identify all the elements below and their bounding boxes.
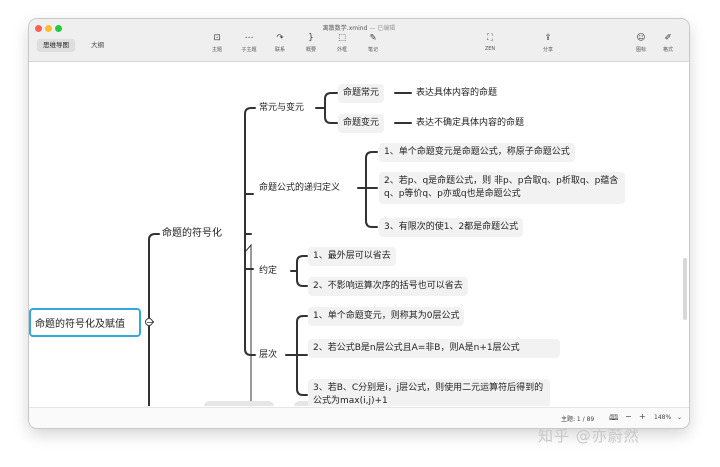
- root-topic[interactable]: 命题的符号化及赋值: [29, 308, 141, 337]
- b1-child-1[interactable]: 命题常元: [338, 84, 385, 103]
- b2-child-1[interactable]: 1、单个命题变元是命题公式，称原子命题公式: [379, 143, 575, 162]
- b2-child-3: [365, 187, 378, 228]
- collapse-toggle-icon[interactable]: −: [145, 318, 153, 327]
- topic-count: 主题: 1 / 89: [561, 416, 595, 423]
- b3-child-2: [296, 270, 308, 287]
- subtopic-button[interactable]: ⋯ 子主题: [235, 33, 263, 53]
- zoom-in-button[interactable]: +: [639, 412, 646, 421]
- zoom-menu-chevron-icon[interactable]: ⌄: [677, 414, 682, 421]
- b2-child-2[interactable]: 2、若p、q是命题公式，则 非p、p合取q、p析取q、p蕴含q、p等价q、p亦或…: [379, 172, 625, 204]
- app-window: 离散数学.xmind — 已编辑 思维导图 大纲 ⊡ 主题 ⋯ 子主题 ↷ 联系…: [29, 19, 689, 428]
- window-title: 离散数学.xmind — 已编辑: [29, 23, 689, 32]
- b1-child-2: [324, 107, 338, 124]
- note-label: 笔记: [367, 47, 378, 53]
- b1-child-1-note[interactable]: 表达具体内容的命题: [411, 84, 502, 103]
- share-label: 分享: [542, 47, 553, 53]
- b3-child-2[interactable]: 2、不影响运算次序的括号也可以省去: [308, 277, 468, 296]
- summary-label: 概要: [305, 47, 316, 53]
- b2-child-1: [357, 151, 378, 189]
- relationship-icon: ↷: [276, 33, 284, 43]
- b4-child-3: [296, 354, 308, 396]
- watermark: 知乎 @亦蔚然: [538, 427, 640, 445]
- b4-child-3[interactable]: 3、若B、C分别是i，j层公式，则使用二元运算符后得到的公式为max(i,j)+…: [308, 379, 550, 406]
- sticker-button[interactable]: ☺ 图标: [627, 33, 655, 53]
- zoom-level[interactable]: 148%: [654, 414, 671, 421]
- main-branch-b2: [244, 193, 254, 235]
- b4-child-2[interactable]: 2、若公式B是n层公式且A=非B，则A是n+1层公式: [308, 339, 560, 358]
- tab-mind-map[interactable]: 思维导图: [37, 39, 75, 52]
- zoom-out-button[interactable]: −: [625, 412, 632, 421]
- format-label: 格式: [662, 47, 673, 53]
- note-icon: ✎: [369, 33, 377, 43]
- main-branch-b1: [244, 107, 256, 235]
- main-topic[interactable]: 命题的符号化: [157, 224, 227, 244]
- mind-map-canvas[interactable]: 命题的符号化及赋值 − 命题的符号化 常元与变元 命题常元 表达具体内容的命题 …: [29, 62, 689, 406]
- sticker-icon: ☺: [636, 33, 646, 43]
- b3-child-1[interactable]: 1、最外层可以省去: [308, 247, 396, 266]
- document-name: 离散数学.xmind: [322, 25, 368, 32]
- b2-child-3[interactable]: 3、有限次的使1、2都是命题公式: [379, 218, 524, 237]
- share-icon: ⇪: [544, 33, 552, 43]
- branch-b2[interactable]: 命题公式的递归定义: [254, 179, 345, 198]
- subtopic-label: 子主题: [241, 47, 257, 53]
- boundary-button[interactable]: ⬚ 外框: [328, 33, 356, 53]
- share-button[interactable]: ⇪ 分享: [534, 33, 562, 53]
- topic-label: 主题: [211, 47, 222, 53]
- sticker-label: 图标: [635, 47, 646, 53]
- main-branch-b4: [244, 268, 256, 356]
- summary-icon: }: [308, 33, 314, 43]
- branch-b3[interactable]: 约定: [254, 262, 282, 281]
- edited-status: — 已编辑: [369, 25, 396, 32]
- b1-child-1: [315, 92, 338, 109]
- topic-button[interactable]: ⊡ 主题: [203, 33, 231, 53]
- zen-mode-icon: ⛶: [487, 33, 493, 43]
- relationship-button[interactable]: ↷ 联系: [266, 33, 294, 53]
- b1-child-2[interactable]: 命题变元: [338, 114, 385, 133]
- title-bar: 离散数学.xmind — 已编辑 思维导图 大纲 ⊡ 主题 ⋯ 子主题 ↷ 联系…: [29, 19, 689, 62]
- format-brush-icon: ✐: [664, 33, 672, 43]
- b4-child-1: [285, 315, 308, 356]
- map-icon[interactable]: 🕮: [609, 412, 618, 426]
- boundary-icon: ⬚: [337, 33, 347, 43]
- b3-child-1: [290, 255, 308, 272]
- note-button[interactable]: ✎ 笔记: [359, 33, 387, 53]
- relationship-label: 联系: [274, 47, 285, 53]
- branch-b4[interactable]: 层次: [254, 346, 282, 365]
- boundary-label: 外框: [336, 47, 347, 53]
- tab-outline[interactable]: 大纲: [85, 39, 110, 52]
- format-button[interactable]: ✐ 格式: [654, 33, 682, 53]
- topic-icon: ⊡: [213, 33, 221, 43]
- zen-mode-label: ZEN: [484, 46, 496, 52]
- vertical-scrollbar[interactable]: [683, 258, 687, 320]
- b4-child-1[interactable]: 1、单个命题变元，则称其为0层公式: [308, 307, 465, 326]
- zen-mode-button[interactable]: ⛶ ZEN: [476, 33, 504, 52]
- branch-b1[interactable]: 常元与变元: [254, 99, 309, 118]
- summary-button[interactable]: } 概要: [297, 33, 325, 53]
- b1-child-2-note[interactable]: 表达不确定具体内容的命题: [411, 114, 529, 133]
- main-branch-b3: [244, 233, 254, 270]
- subtopic-icon: ⋯: [244, 33, 254, 43]
